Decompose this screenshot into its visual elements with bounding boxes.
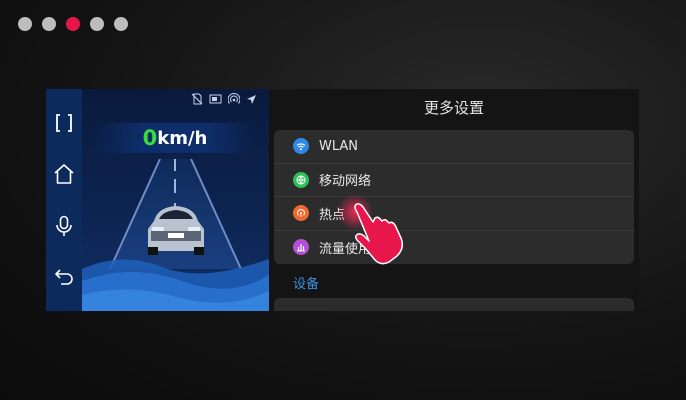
settings-item-hotspot[interactable]: 热点 [274, 197, 634, 231]
speed-value: 0 [142, 126, 158, 150]
fullscreen-icon [56, 113, 72, 132]
speed-unit: km/h [157, 127, 208, 149]
screen-cast-icon [209, 94, 222, 103]
step-indicator [18, 17, 128, 31]
page-title: 更多设置 [423, 98, 484, 117]
settings-item-mobile-network[interactable]: 移动网络 [274, 164, 634, 197]
wifi-icon [293, 138, 309, 155]
bar-chart-icon [293, 239, 309, 256]
sim-off-icon [191, 93, 203, 105]
globe-icon [293, 171, 309, 188]
settings-list: WLAN 移动网络 热点 流量使用 [274, 130, 634, 264]
settings-item-data-usage[interactable]: 流量使用 [274, 231, 634, 265]
navigation-icon [247, 94, 256, 104]
hotspot-icon [293, 205, 309, 222]
speedometer: 0 km/h [94, 123, 256, 153]
step-dot[interactable] [18, 17, 32, 31]
step-dot[interactable] [114, 17, 128, 31]
step-dot[interactable] [42, 17, 56, 31]
device-settings-list [274, 298, 634, 311]
back-button[interactable] [50, 263, 78, 291]
settings-item-wlan[interactable]: WLAN [274, 130, 634, 164]
hotspot-icon [228, 93, 240, 104]
microphone-icon [56, 215, 72, 236]
home-button[interactable] [50, 160, 78, 188]
fullscreen-button[interactable] [50, 109, 78, 137]
settings-item-label: 移动网络 [319, 174, 372, 190]
section-header-device: 设备 [293, 277, 320, 292]
nav-rail [46, 89, 82, 311]
road-scene-illustration [82, 159, 269, 311]
tap-hand-icon [337, 194, 404, 265]
settings-panel: 更多设置 WLAN 移动网络 热点 流量使用 设备 [269, 89, 639, 311]
driving-dashboard: 0 km/h [82, 89, 269, 311]
voice-button[interactable] [50, 212, 78, 240]
back-icon [55, 269, 73, 286]
status-bar [191, 93, 257, 105]
settings-item-label: WLAN [319, 138, 359, 154]
step-dot[interactable] [90, 17, 104, 31]
home-icon [54, 164, 74, 185]
step-dot-active[interactable] [66, 17, 80, 31]
